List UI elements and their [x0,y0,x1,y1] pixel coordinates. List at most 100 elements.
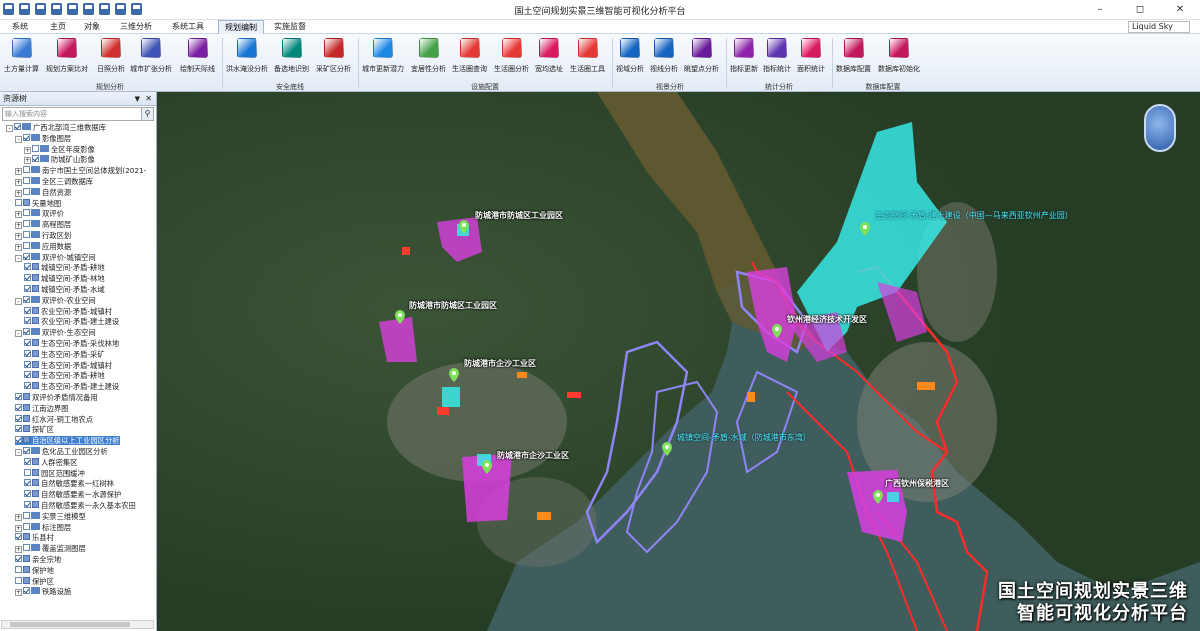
tree-node[interactable]: 自然敏感要素一红树林 [24,479,114,488]
tree-node[interactable]: 保护地 [15,565,54,575]
tree-node[interactable]: - 双评价-农业空间 [15,295,96,305]
location-pin-icon[interactable] [860,222,870,236]
layer-checkbox[interactable] [15,576,22,584]
layer-checkbox[interactable] [24,339,31,346]
alt-site-button[interactable]: 备选地识别 [274,38,309,74]
tree-node[interactable]: 城镇空间-矛盾-水域 [24,285,105,294]
area-stats-button[interactable]: 面积统计 [797,38,825,74]
layer-checkbox[interactable] [24,479,31,487]
tab-supervision[interactable]: 实施监督 [268,20,312,34]
layer-checkbox[interactable] [24,306,31,314]
layer-checkbox[interactable] [23,511,30,519]
siting-button[interactable]: 宽均选址 [535,38,563,74]
layer-checkbox[interactable] [23,166,30,174]
layer-checkbox[interactable] [23,295,30,303]
layer-checkbox[interactable] [24,457,31,465]
tree-node[interactable]: 自然敏感要素一水源保护 [24,490,121,499]
layer-checkbox[interactable] [24,317,31,325]
tree-node[interactable]: 城镇空间-矛盾-林地 [24,274,105,283]
mining-button[interactable]: 采矿区分析 [316,38,351,74]
layer-checkbox[interactable] [23,328,30,336]
layer-checkbox[interactable] [23,231,30,238]
tab-3d-analysis[interactable]: 三维分析 [114,20,158,34]
tree-node[interactable]: 保护区 [15,576,54,586]
plan-compare-button[interactable]: 规划方案比对 [46,38,88,74]
tree-node[interactable]: - 双评价-生态空间 [15,328,96,338]
layer-checkbox[interactable] [15,555,22,562]
expand-icon[interactable]: + [15,211,22,219]
location-pin-icon[interactable] [395,310,405,324]
layer-checkbox[interactable] [23,187,30,195]
layer-checkbox[interactable] [24,468,31,476]
expand-icon[interactable]: + [15,233,22,240]
tree-node[interactable]: + 双评价 [15,209,64,219]
conflict-zone-cyan[interactable] [442,387,460,407]
tree-node[interactable]: 生态空间-矛盾-采伐林地 [24,339,119,348]
expand-icon[interactable]: + [15,524,22,532]
layer-checkbox[interactable] [32,144,39,152]
tree-node[interactable]: - 危化品工业园区分析 [15,447,108,456]
lifecircle-tools-button[interactable]: 生活圈工具 [570,38,605,74]
earthwork-button[interactable]: 土方量计算 [4,38,39,74]
tree-node[interactable]: 亲全宗地 [15,555,61,564]
layer-checkbox[interactable] [23,133,30,141]
horizontal-scrollbar[interactable] [1,620,154,629]
search-icon[interactable]: ⚲ [141,108,153,120]
close-icon[interactable]: ✕ [145,92,152,106]
tree-node[interactable]: 人群密集区 [24,457,77,467]
tree-node[interactable]: - 双评价-城镇空间 [15,252,96,262]
layer-checkbox[interactable] [24,285,31,292]
expand-icon[interactable]: + [15,179,22,186]
location-pin-icon[interactable] [459,220,469,234]
collapse-icon[interactable]: - [15,135,22,143]
layer-checkbox[interactable] [23,241,30,249]
tree-node[interactable]: 江南边界图 [15,403,68,413]
collapse-icon[interactable]: - [15,449,22,456]
layer-checkbox[interactable] [24,382,31,390]
collapse-icon[interactable]: - [15,330,22,338]
tree-node[interactable]: + 全区三调数据库 [15,177,93,186]
tree-node[interactable]: 自治区级以上工业园区分析 [15,436,120,446]
layer-checkbox[interactable] [32,155,39,163]
tree-node[interactable]: + 应用数据 [15,241,71,251]
tab-planning[interactable]: 规划编制 [218,20,264,34]
expand-icon[interactable]: + [15,189,22,197]
tree-node[interactable]: 矢量地图 [15,198,61,208]
tree-node[interactable]: + 覆盖监测图层 [15,544,86,554]
tree-node[interactable]: 自然敏感要素一永久基本农田 [24,501,136,510]
layer-checkbox[interactable] [23,587,30,595]
expand-icon[interactable]: + [15,589,22,597]
tab-objects[interactable]: 对象 [78,20,106,34]
minimize-button[interactable]: – [1080,0,1120,20]
skyline-button[interactable]: 绘制天际线 [180,38,215,74]
tree-node[interactable]: 园区范围缓冲 [24,468,85,478]
tab-home[interactable]: 主页 [44,20,72,34]
lifecircle-analysis-button[interactable]: 生活圈分析 [494,38,529,74]
maximize-button[interactable]: ◻ [1120,0,1160,20]
expand-icon[interactable]: + [24,157,31,165]
livability-button[interactable]: 宜居性分析 [411,38,446,74]
tree-node[interactable]: + 铁路设施 [15,587,71,597]
tree-node[interactable]: + 南宁市国土空间总体规划(2021- [15,166,146,176]
expand-icon[interactable]: + [15,222,22,230]
layer-checkbox[interactable] [23,220,30,228]
layer-checkbox[interactable] [24,360,31,368]
tree-node[interactable]: + 自然资源 [15,187,71,197]
layer-checkbox[interactable] [15,436,22,444]
renewal-button[interactable]: 城市更新潜力 [362,38,404,74]
lifecircle-query-button[interactable]: 生活圈查询 [452,38,487,74]
flood-button[interactable]: 洪水淹没分析 [226,38,268,74]
tab-system[interactable]: 系统 [6,20,34,34]
layer-checkbox[interactable] [15,414,22,422]
db-config-button[interactable]: 数据库配置 [836,38,871,74]
index-update-button[interactable]: 指标更新 [730,38,758,74]
tree-node[interactable]: + 高程图层 [15,220,71,230]
layer-checkbox[interactable] [23,544,30,552]
map-view[interactable]: 防城港市防城区工业园区 防城港市防城区工业园区 防城港市企沙工业区 防城港市企沙… [157,92,1200,631]
search-input[interactable]: 输入搜索内容 ⚲ [2,107,154,121]
layer-checkbox[interactable] [24,490,31,498]
collapse-icon[interactable]: - [15,254,22,262]
tree-node[interactable]: 双评价矛盾情况备用 [15,393,98,402]
close-button[interactable]: ✕ [1160,0,1200,20]
db-init-button[interactable]: 数据库初始化 [878,38,920,74]
